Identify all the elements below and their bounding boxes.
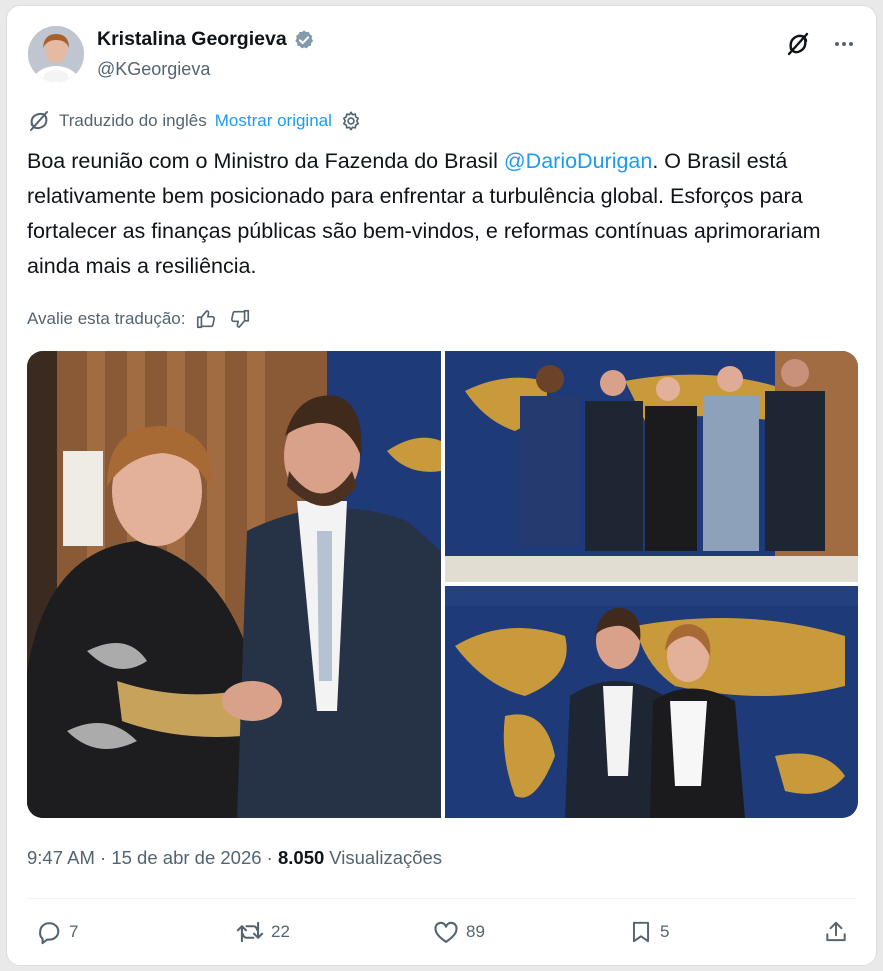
meta-separator: ·: [261, 847, 278, 868]
translated-label: Traduzido do inglês: [59, 111, 207, 130]
tweet-time[interactable]: 9:47 AM: [27, 847, 95, 869]
show-original-link[interactable]: Mostrar original: [215, 111, 332, 131]
share-button[interactable]: [823, 918, 849, 946]
bookmark-icon: [632, 921, 650, 943]
action-bar: 7 22 89 5: [27, 918, 859, 954]
photo-pair[interactable]: [445, 586, 858, 818]
author-name[interactable]: Kristalina Georgieva: [97, 28, 287, 51]
gear-icon[interactable]: [340, 110, 362, 132]
tweet-meta: 9:47 AM · 15 de abr de 2026 · 8.050 Visu…: [27, 847, 442, 869]
tweet-card: Kristalina Georgieva @KGeorgieva Traduzi…: [6, 5, 877, 966]
more-icon[interactable]: [830, 30, 858, 58]
translation-bar: Traduzido do inglês Mostrar original: [27, 109, 362, 133]
thumbs-down-icon[interactable]: [227, 306, 253, 332]
reply-icon: [39, 922, 60, 945]
tweet-text: Boa reunião com o Ministro da Fazenda do…: [27, 144, 857, 284]
translate-icon: [30, 111, 48, 131]
verified-badge-icon: [294, 29, 313, 48]
like-icon: [434, 921, 458, 943]
views-label: Visualizações: [329, 847, 443, 868]
views-count: 8.050: [277, 847, 325, 868]
like-count: 89: [466, 922, 485, 941]
bookmark-count: 5: [660, 922, 670, 941]
tweet-text-part: Boa reunião com o Ministro da Fazenda do…: [27, 149, 504, 173]
divider: [27, 898, 856, 899]
rate-translation-label: Avalie esta tradução:: [27, 309, 186, 328]
like-button[interactable]: 89: [432, 918, 485, 946]
media-grid: [27, 351, 858, 818]
bookmark-button[interactable]: 5: [628, 918, 669, 946]
tweet-date[interactable]: 15 de abr de 2026: [111, 847, 261, 869]
repost-icon: [236, 921, 264, 943]
grok-icon[interactable]: [784, 30, 812, 58]
share-icon: [826, 921, 846, 942]
repost-button[interactable]: 22: [235, 918, 290, 946]
photo-handshake[interactable]: [27, 351, 441, 818]
reply-count: 7: [69, 922, 79, 941]
reply-button[interactable]: 7: [35, 918, 78, 946]
meta-separator: ·: [94, 847, 112, 868]
rate-translation: Avalie esta tradução:: [27, 306, 253, 332]
avatar[interactable]: [28, 26, 84, 82]
thumbs-up-icon[interactable]: [193, 306, 219, 332]
mention-link[interactable]: @DarioDurigan: [504, 149, 653, 173]
photo-group[interactable]: [445, 351, 858, 582]
repost-count: 22: [271, 922, 290, 941]
author-handle[interactable]: @KGeorgieva: [97, 59, 210, 80]
